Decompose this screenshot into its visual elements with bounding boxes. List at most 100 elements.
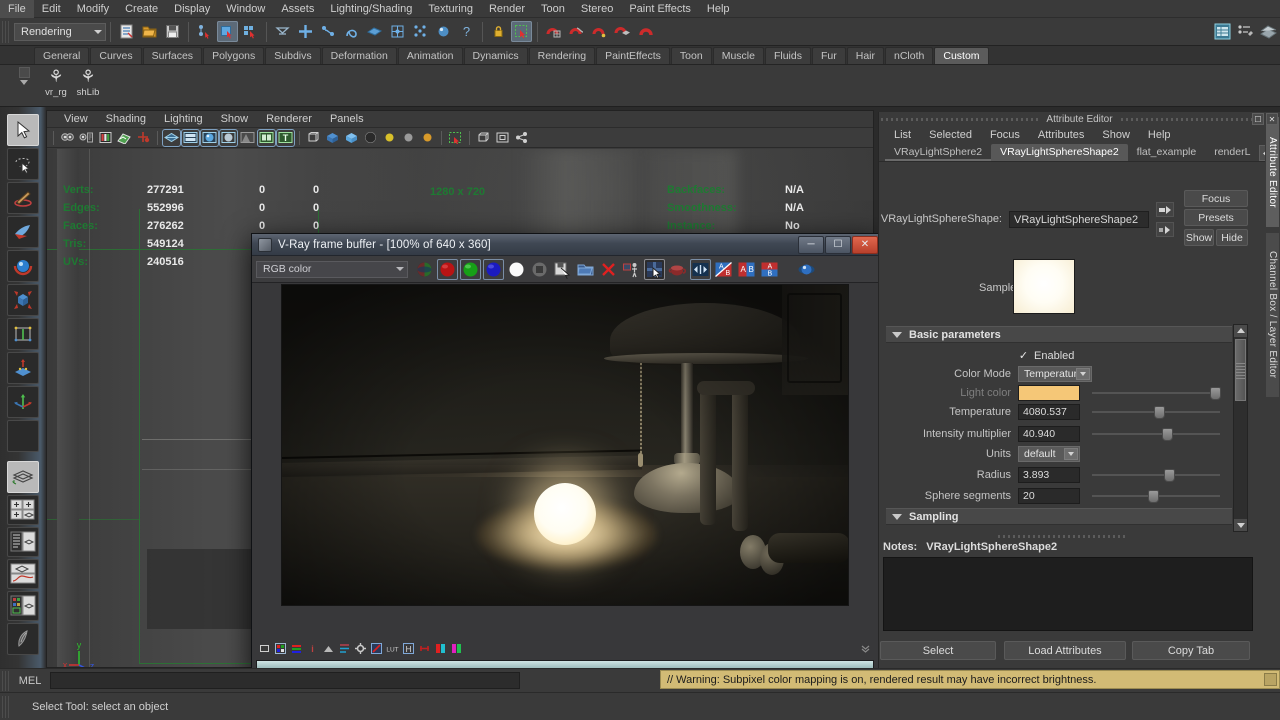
- focus-button[interactable]: Focus: [1184, 190, 1248, 207]
- ae-menu-show[interactable]: Show: [1093, 129, 1139, 141]
- hue-saturation-icon[interactable]: H: [402, 642, 415, 655]
- red-channel-icon[interactable]: [437, 258, 458, 280]
- wireframe-shading-icon[interactable]: [162, 128, 181, 147]
- shelf-tab-fur[interactable]: Fur: [811, 47, 846, 64]
- select-tool[interactable]: [7, 114, 39, 146]
- window-controls[interactable]: ─ ☐ ✕: [797, 235, 878, 254]
- attr-row-enabled[interactable]: ✓ Enabled: [886, 347, 1226, 364]
- ab-diagonal-compare-icon[interactable]: AB: [713, 259, 734, 280]
- ae-menu-focus[interactable]: Focus: [981, 129, 1029, 141]
- sphere-preview-icon[interactable]: [796, 259, 817, 280]
- xray-active-components-icon[interactable]: [343, 130, 360, 146]
- tab-renderL[interactable]: renderL: [1205, 144, 1260, 161]
- rotate-tool[interactable]: [7, 250, 39, 282]
- viewport-menu-show[interactable]: Show: [212, 113, 258, 125]
- attr-row-radius[interactable]: Radius 3.893: [886, 466, 1226, 483]
- rendered-image[interactable]: [281, 284, 849, 606]
- shelf-tab-curves[interactable]: Curves: [90, 47, 142, 64]
- intensity-multiplier-slider[interactable]: [1092, 426, 1220, 442]
- magnet-plane-icon[interactable]: [612, 21, 633, 42]
- menu-file[interactable]: File: [0, 0, 34, 18]
- make-live-icon[interactable]: [387, 21, 408, 42]
- show-manipulator-tool[interactable]: [7, 386, 39, 418]
- select-camera-icon[interactable]: [59, 130, 76, 146]
- lasso-select-tool[interactable]: [7, 148, 39, 180]
- vfb-toolbar[interactable]: RGB color AB AB AB: [252, 256, 878, 283]
- shelf-tab-painteffects[interactable]: PaintEffects: [596, 47, 670, 64]
- snap-to-curve-icon[interactable]: [318, 21, 339, 42]
- units-dropdown[interactable]: default: [1018, 445, 1080, 462]
- magnet-point-icon[interactable]: [589, 21, 610, 42]
- settings-icon[interactable]: [354, 642, 367, 655]
- scroll-down-icon[interactable]: [1234, 519, 1247, 531]
- viewport-menu-panels[interactable]: Panels: [321, 113, 373, 125]
- tab-VRayLightSphere2[interactable]: VRayLightSphere2: [885, 144, 992, 161]
- presets-button[interactable]: Presets: [1184, 209, 1248, 226]
- shelf-item-vr_rg[interactable]: ⚘ vr_rg: [38, 68, 74, 99]
- load-attributes-button[interactable]: Load Attributes: [1004, 641, 1126, 660]
- show-channel-box-icon[interactable]: [1212, 21, 1233, 42]
- attr-row-sphere-segments[interactable]: Sphere segments 20: [886, 487, 1226, 504]
- snap-to-grid-icon[interactable]: [295, 21, 316, 42]
- shelf-tab-bar[interactable]: General Curves Surfaces Polygons Subdivs Defo…: [0, 46, 1280, 65]
- exposure-toggle-icon[interactable]: [362, 130, 379, 146]
- viewport-toolbar[interactable]: T: [47, 128, 873, 148]
- last-tool-used[interactable]: [7, 420, 39, 452]
- light-color-slider[interactable]: [1092, 385, 1221, 401]
- tool-box[interactable]: [0, 107, 46, 670]
- alpha-channel-icon[interactable]: [506, 259, 527, 280]
- shelf-tab-fluids[interactable]: Fluids: [764, 47, 811, 64]
- track-mouse-icon[interactable]: [621, 259, 642, 280]
- show-pixel-info-icon[interactable]: [258, 642, 271, 655]
- intensity-multiplier-field[interactable]: 40.940: [1018, 425, 1080, 442]
- viewport-menu-bar[interactable]: View Shading Lighting Show Renderer Panels: [47, 111, 873, 128]
- vfb-status-icons[interactable]: i LUT H: [252, 638, 878, 658]
- paint-select-tool[interactable]: [7, 182, 39, 214]
- sample-swatch[interactable]: [1013, 259, 1075, 314]
- command-line-drag-handle[interactable]: [2, 670, 10, 691]
- menu-modify[interactable]: Modify: [69, 0, 117, 18]
- lut-icon[interactable]: LUT: [386, 642, 399, 655]
- show-hide-grid-icon[interactable]: [475, 130, 492, 146]
- color-balance-icon[interactable]: [338, 642, 351, 655]
- shelf-tab-general[interactable]: General: [34, 47, 90, 64]
- menu-paint-effects[interactable]: Paint Effects: [621, 0, 699, 18]
- viewport-menu-shading[interactable]: Shading: [97, 113, 155, 125]
- universal-manipulator-tool[interactable]: [7, 318, 39, 350]
- shelf-item-shLib[interactable]: ⚘ shLib: [70, 68, 106, 99]
- radius-field[interactable]: 3.893: [1018, 466, 1080, 483]
- vfb-title-bar[interactable]: V-Ray frame buffer - [100% of 640 x 360]…: [252, 234, 878, 256]
- attr-row-color-mode[interactable]: Color Mode Temperature: [886, 365, 1226, 382]
- menu-lighting-shading[interactable]: Lighting/Shading: [322, 0, 420, 18]
- tab-VRayLightSphereShape2[interactable]: VRayLightSphereShape2: [991, 144, 1128, 161]
- tab-flat_example[interactable]: flat_example: [1127, 144, 1206, 161]
- monochrome-icon[interactable]: [529, 259, 550, 280]
- lock-icon[interactable]: [488, 21, 509, 42]
- show-attribute-editor-icon[interactable]: [1235, 21, 1256, 42]
- section-sampling[interactable]: Sampling: [886, 508, 1232, 525]
- ae-menu-help[interactable]: Help: [1139, 129, 1180, 141]
- sphere-segments-slider[interactable]: [1092, 488, 1220, 504]
- ae-menu-selected[interactable]: Selected: [920, 129, 981, 141]
- bookmarks-icon[interactable]: [97, 130, 114, 146]
- scale-tool[interactable]: [7, 284, 39, 316]
- section-basic-parameters[interactable]: Basic parameters: [886, 326, 1232, 343]
- shadows-icon[interactable]: [239, 130, 256, 146]
- menu-texturing[interactable]: Texturing: [420, 0, 481, 18]
- shelf-tab-rendering[interactable]: Rendering: [528, 47, 596, 64]
- green-channel-icon[interactable]: [460, 258, 481, 280]
- script-message-bar[interactable]: // Warning: Subpixel color mapping is on…: [660, 670, 1280, 689]
- gamma-icon[interactable]: [370, 642, 383, 655]
- channel-select-dropdown[interactable]: RGB color: [256, 260, 408, 278]
- hide-button[interactable]: Hide: [1216, 229, 1248, 246]
- persp-graph-layout[interactable]: [7, 559, 39, 589]
- snap-to-view-plane-icon[interactable]: [364, 21, 385, 42]
- light-grey-icon[interactable]: [400, 130, 417, 146]
- slider-knob[interactable]: [1162, 427, 1173, 441]
- shelf-tab-subdivs[interactable]: Subdivs: [265, 47, 321, 64]
- vfb-image-area[interactable]: [252, 283, 878, 607]
- select-by-hierarchy-icon[interactable]: [194, 21, 215, 42]
- force-color-clamp-icon[interactable]: [418, 642, 431, 655]
- soft-modification-tool[interactable]: [7, 352, 39, 384]
- slider-knob[interactable]: [1148, 489, 1159, 503]
